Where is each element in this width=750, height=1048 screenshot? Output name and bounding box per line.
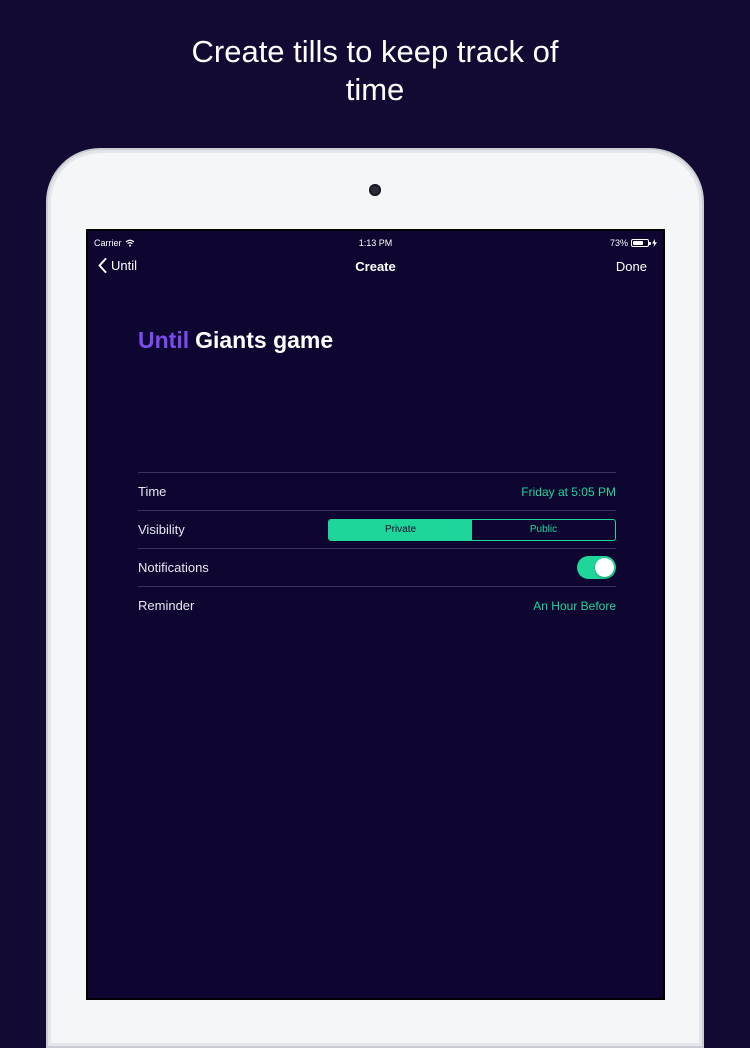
back-button-label: Until xyxy=(111,258,138,273)
battery-percent: 73% xyxy=(609,238,628,248)
notifications-toggle[interactable] xyxy=(577,556,616,579)
battery-icon xyxy=(631,239,651,247)
status-bar: Carrier 1:13 PM 73% xyxy=(88,231,663,253)
segment-public[interactable]: Public xyxy=(472,520,615,540)
settings-list: Time Friday at 5:05 PM Visibility Privat… xyxy=(138,472,616,624)
till-title[interactable]: Until Giants game xyxy=(138,327,333,354)
charging-icon xyxy=(652,239,657,247)
nav-title: Create xyxy=(355,259,396,274)
back-button[interactable]: Until xyxy=(98,258,137,273)
time-row[interactable]: Time Friday at 5:05 PM xyxy=(138,472,616,510)
till-name: Giants game xyxy=(195,327,334,353)
segment-private[interactable]: Private xyxy=(329,519,472,540)
status-right: 73% xyxy=(610,238,657,248)
till-prefix: Until xyxy=(138,327,190,353)
notifications-label: Notifications xyxy=(138,560,209,575)
reminder-value[interactable]: An Hour Before xyxy=(533,599,616,613)
status-time: 1:13 PM xyxy=(358,238,393,248)
app-screen: Carrier 1:13 PM 73% Until Create Done Un… xyxy=(86,229,665,1000)
visibility-label: Visibility xyxy=(138,522,185,537)
promo-headline: Create tills to keep track of time xyxy=(191,34,559,107)
toggle-knob xyxy=(595,558,614,577)
visibility-row: Visibility Private Public xyxy=(138,510,616,548)
battery-fill xyxy=(633,241,644,245)
front-camera xyxy=(369,184,381,196)
navigation-bar: Until Create Done xyxy=(88,253,663,283)
time-label: Time xyxy=(138,484,167,499)
reminder-label: Reminder xyxy=(138,598,195,613)
visibility-segmented-control: Private Public xyxy=(328,518,616,541)
battery-tip xyxy=(649,242,651,245)
promo-screen: Create tills to keep track of time Carri… xyxy=(0,0,750,1048)
chevron-left-icon xyxy=(98,258,107,273)
done-button[interactable]: Done xyxy=(616,259,647,274)
notifications-row: Notifications xyxy=(138,548,616,586)
time-value[interactable]: Friday at 5:05 PM xyxy=(521,485,616,499)
reminder-row[interactable]: Reminder An Hour Before xyxy=(138,586,616,624)
